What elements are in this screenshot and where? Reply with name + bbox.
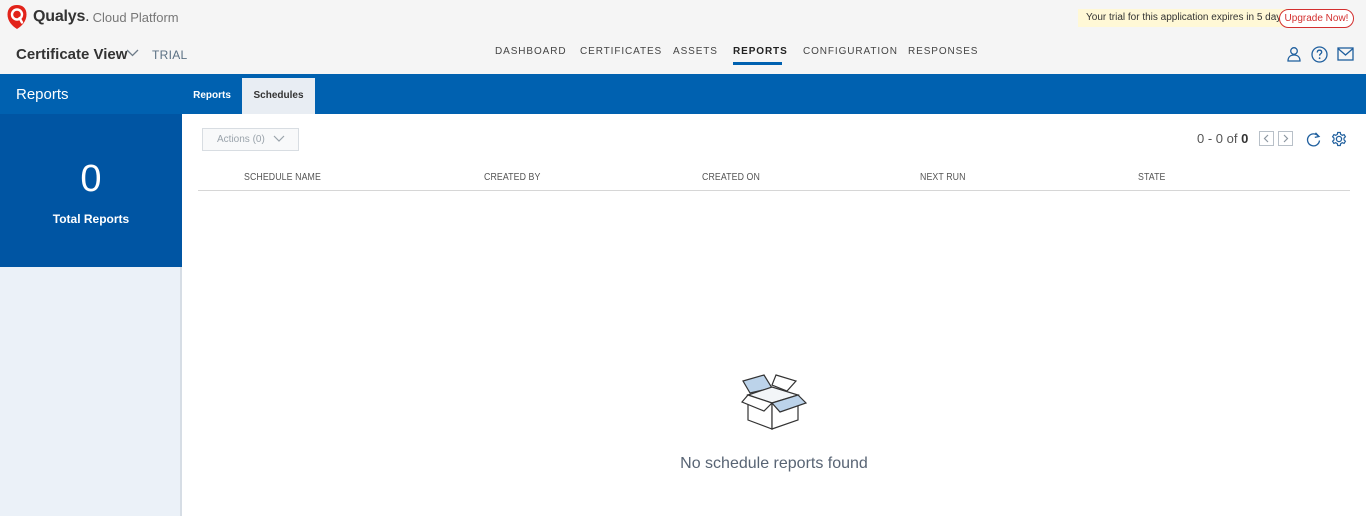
app-title[interactable]: Certificate View <box>16 46 127 63</box>
actions-dropdown[interactable]: Actions (0) <box>202 128 299 151</box>
app-header: Certificate View TRIAL DASHBOARD CERTIFI… <box>0 36 1366 74</box>
tab-schedules[interactable]: Schedules <box>242 78 315 114</box>
chevron-right-icon <box>1283 134 1289 143</box>
chevron-left-icon <box>1263 134 1269 143</box>
next-page-button[interactable] <box>1278 131 1293 146</box>
column-header-created-on[interactable]: CREATED ON <box>702 172 760 183</box>
top-bar: Qualys. Cloud Platform Your trial for th… <box>0 0 1366 36</box>
brand-platform: Cloud Platform <box>92 9 179 25</box>
previous-page-button[interactable] <box>1259 131 1274 146</box>
pagination-range: 0 - 0 of <box>1197 131 1238 146</box>
column-header-next-run[interactable]: NEXT RUN <box>920 172 966 183</box>
chevron-down-icon <box>273 135 285 142</box>
total-reports-label: Total Reports <box>52 212 130 226</box>
table-header-divider <box>198 190 1350 191</box>
section-title: Reports <box>16 86 69 103</box>
trial-expiry-message: Your trial for this application expires … <box>1078 9 1298 27</box>
brand-logo[interactable]: Qualys. Cloud Platform <box>6 4 179 30</box>
nav-responses[interactable]: RESPONSES <box>908 46 978 57</box>
brand-name: Qualys <box>33 8 86 25</box>
trial-badge: TRIAL <box>152 48 188 62</box>
refresh-icon[interactable] <box>1305 131 1322 148</box>
settings-gear-icon[interactable] <box>1330 130 1348 148</box>
help-icon[interactable] <box>1311 46 1328 63</box>
total-reports-stat: 0 Total Reports <box>0 114 182 267</box>
chevron-down-icon[interactable] <box>126 49 139 57</box>
tab-reports[interactable]: Reports <box>183 78 241 114</box>
section-header-band: Reports Reports Schedules <box>0 74 1366 114</box>
upgrade-now-button[interactable]: Upgrade Now! <box>1279 9 1354 28</box>
mail-icon[interactable] <box>1337 47 1354 61</box>
column-header-created-by[interactable]: CREATED BY <box>484 172 540 183</box>
column-header-state[interactable]: STATE <box>1138 172 1166 183</box>
nav-reports[interactable]: REPORTS <box>733 46 788 57</box>
nav-certificates[interactable]: CERTIFICATES <box>580 46 662 57</box>
brand-dot: . <box>85 8 90 25</box>
open-box-icon <box>741 374 808 430</box>
user-icon[interactable] <box>1286 46 1302 62</box>
nav-active-indicator <box>733 62 782 65</box>
actions-label: Actions (0) <box>217 134 265 145</box>
pagination-total: 0 <box>1241 131 1249 146</box>
pagination-summary: 0 - 0 of 0 <box>1197 131 1248 146</box>
column-header-schedule-name[interactable]: SCHEDULE NAME <box>244 172 321 183</box>
qualys-shield-logo-icon <box>7 5 27 29</box>
empty-state-message: No schedule reports found <box>680 455 868 472</box>
nav-assets[interactable]: ASSETS <box>673 46 718 57</box>
total-reports-count: 0 <box>80 158 102 200</box>
nav-configuration[interactable]: CONFIGURATION <box>803 46 898 57</box>
nav-dashboard[interactable]: DASHBOARD <box>495 46 566 57</box>
